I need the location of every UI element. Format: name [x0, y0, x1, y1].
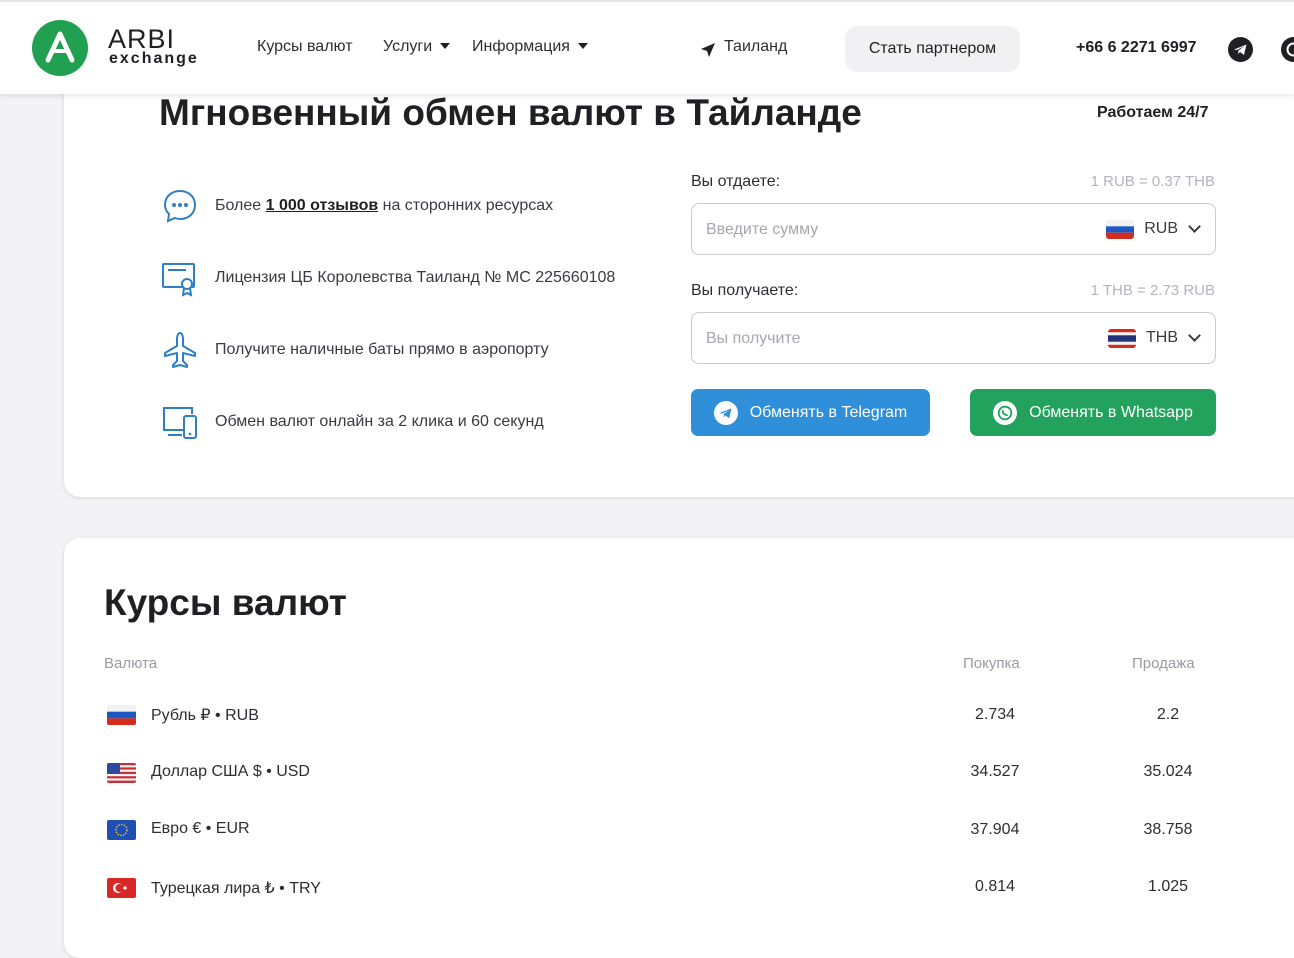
feature-airport: Получите наличные баты прямо в аэропорту: [215, 341, 549, 359]
get-amount-input[interactable]: [704, 313, 1068, 365]
rate-row-sell: 35.024: [1108, 763, 1228, 781]
logo-brand: ARBI: [108, 26, 199, 52]
nav-services[interactable]: Услуги: [383, 38, 450, 56]
nav-info[interactable]: Информация: [472, 38, 588, 56]
nav-info-label: Информация: [472, 38, 570, 55]
phone-link[interactable]: +66 6 2271 6997: [1076, 39, 1197, 57]
give-label: Вы отдаете:: [691, 173, 780, 191]
rate-row-buy: 37.904: [935, 821, 1055, 839]
nav-rates[interactable]: Курсы валют: [257, 38, 353, 56]
rate-row-buy: 2.734: [935, 706, 1055, 724]
location-arrow-icon: [700, 42, 716, 58]
rate-row-sell: 1.025: [1108, 878, 1228, 896]
whatsapp-icon: [993, 401, 1017, 425]
chevron-down-icon: [1188, 329, 1201, 342]
rate-row-name: Рубль ₽ • RUB: [151, 705, 259, 725]
exchange-telegram-button[interactable]: Обменять в Telegram: [691, 389, 930, 436]
exchange-telegram-label: Обменять в Telegram: [750, 404, 908, 422]
russia-flag-icon: [1106, 220, 1134, 239]
give-amount-field: RUB: [691, 203, 1216, 255]
feature-reviews-suffix: на сторонних ресурсах: [378, 197, 553, 214]
logo[interactable]: ARBI exchange: [108, 26, 199, 66]
col-header-sell: Продажа: [1132, 655, 1195, 672]
location-selector[interactable]: Таиланд: [724, 38, 787, 56]
page-title: Мгновенный обмен валют в Тайланде: [159, 92, 862, 134]
feature-online: Обмен валют онлайн за 2 клика и 60 секун…: [215, 413, 544, 431]
rate-row-name: Евро € • EUR: [151, 820, 250, 838]
airplane-icon: [160, 330, 200, 370]
nav-services-label: Услуги: [383, 38, 432, 55]
get-currency-label: THB: [1146, 329, 1178, 347]
chevron-down-icon: [1188, 220, 1201, 233]
rate-row-name: Доллар США $ • USD: [151, 763, 310, 781]
get-label: Вы получаете:: [691, 282, 798, 300]
whatsapp-icon[interactable]: [1281, 37, 1294, 62]
rate-row-sell: 38.758: [1108, 821, 1228, 839]
rate-row-buy: 34.527: [935, 763, 1055, 781]
russia-flag-icon: [107, 705, 136, 725]
rate-row-sell: 2.2: [1108, 706, 1228, 724]
logo-icon[interactable]: [32, 20, 88, 76]
give-currency-label: RUB: [1144, 220, 1178, 238]
feature-reviews: Более 1 000 отзывов на сторонних ресурса…: [215, 197, 553, 215]
nav-rates-label: Курсы валют: [257, 38, 353, 55]
working-hours: Работаем 24/7: [1097, 104, 1208, 122]
certificate-icon: [160, 258, 200, 298]
give-rate: 1 RUB = 0.37 THB: [1091, 173, 1215, 190]
give-currency-select[interactable]: RUB: [1106, 218, 1199, 240]
exchange-whatsapp-label: Обменять в Whatsapp: [1029, 404, 1193, 422]
eu-flag-icon: [107, 820, 136, 840]
location-label: Таиланд: [724, 38, 787, 55]
caret-down-icon: [578, 43, 588, 49]
telegram-icon[interactable]: [1228, 37, 1253, 62]
feature-license: Лицензия ЦБ Королевства Таиланд № MC 225…: [215, 269, 615, 287]
get-rate: 1 THB = 2.73 RUB: [1091, 282, 1215, 299]
feature-reviews-prefix: Более: [215, 197, 266, 214]
turkey-flag-icon: [107, 878, 136, 898]
col-header-currency: Валюта: [104, 655, 157, 672]
get-currency-select[interactable]: THB: [1108, 327, 1199, 349]
rate-row-name: Турецкая лира ₺ • TRY: [151, 878, 321, 898]
col-header-buy: Покупка: [963, 655, 1020, 672]
devices-icon: [160, 402, 200, 442]
give-amount-input[interactable]: [704, 204, 1068, 256]
caret-down-icon: [440, 43, 450, 49]
site-header: ARBI exchange Курсы валют Услуги Информа…: [0, 0, 1294, 94]
exchange-whatsapp-button[interactable]: Обменять в Whatsapp: [970, 389, 1216, 436]
get-amount-field: THB: [691, 312, 1216, 364]
reviews-link[interactable]: 1 000 отзывов: [266, 197, 379, 214]
logo-subtitle: exchange: [109, 52, 199, 66]
rate-row-buy: 0.814: [935, 878, 1055, 896]
usa-flag-icon: [107, 763, 136, 783]
thailand-flag-icon: [1108, 329, 1136, 348]
become-partner-button[interactable]: Стать партнером: [845, 26, 1020, 72]
rates-title: Курсы валют: [104, 582, 347, 624]
chat-bubble-icon: [160, 186, 200, 226]
telegram-icon: [714, 401, 738, 425]
